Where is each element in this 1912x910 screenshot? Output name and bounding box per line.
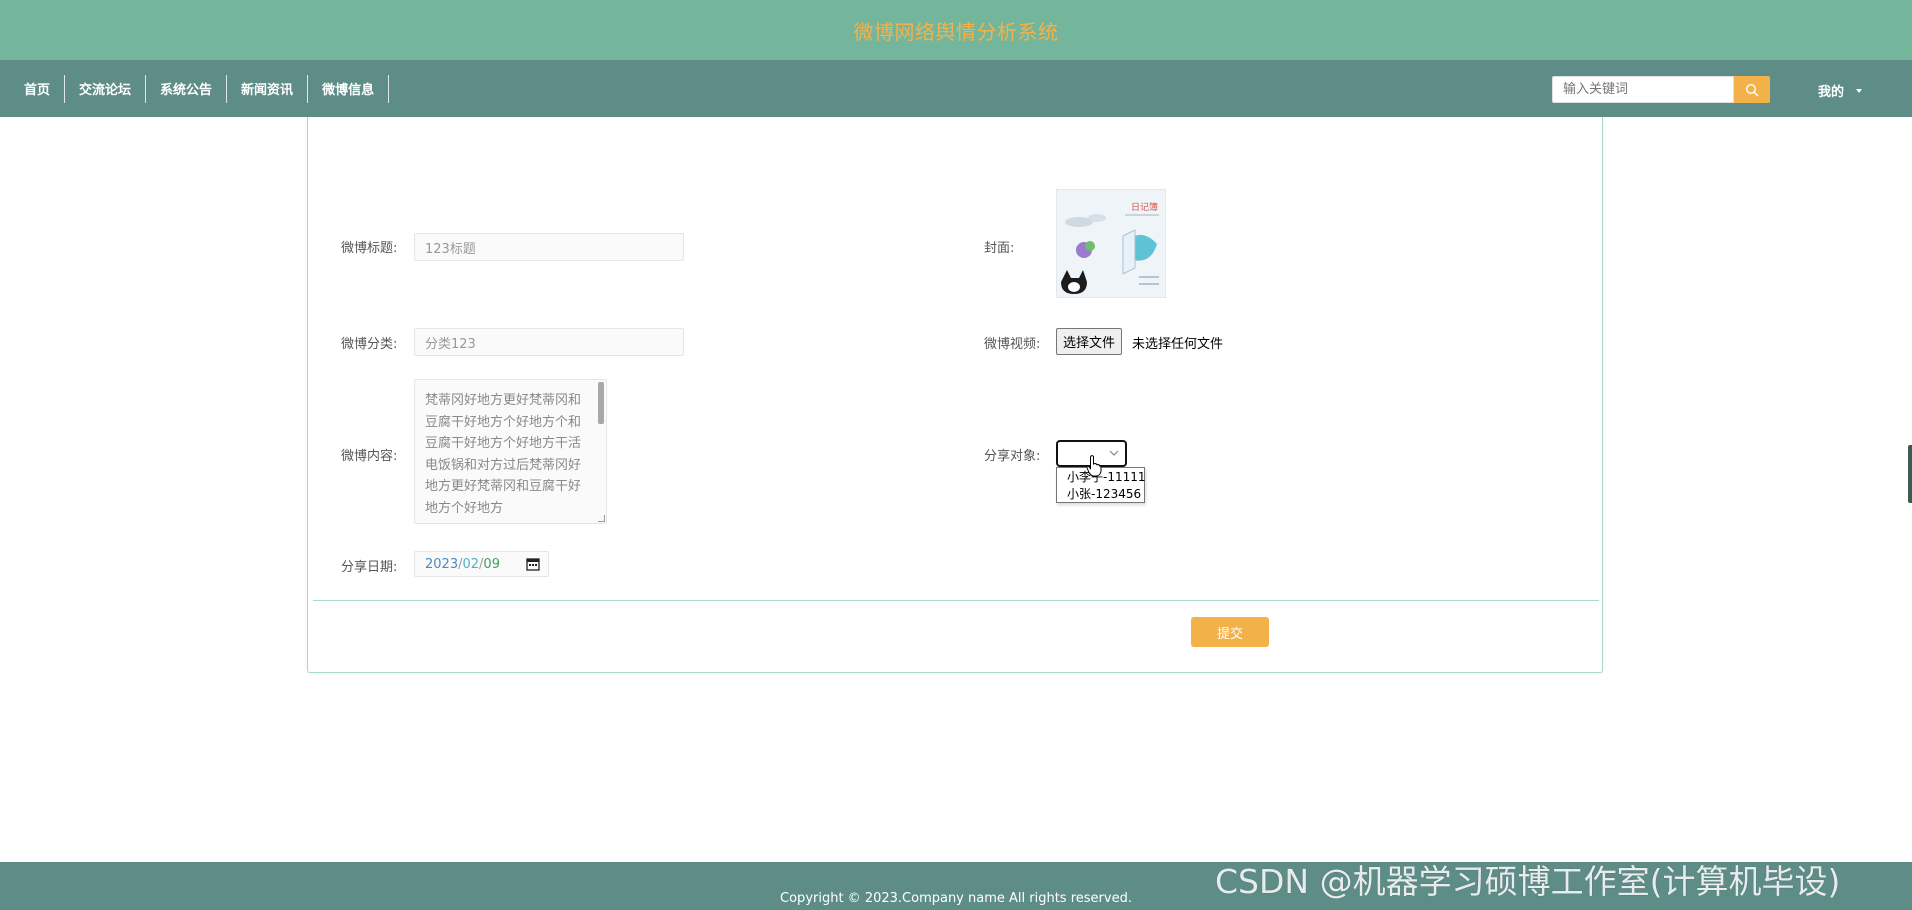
site-title: 微博网络舆情分析系统 <box>853 19 1059 44</box>
calendar-icon[interactable] <box>526 557 540 571</box>
date-day: 09 <box>483 556 500 572</box>
content-textarea[interactable]: 梵蒂冈好地方更好梵蒂冈和豆腐干好地方个好地方个和豆腐干好地方个好地方干活电饭锅和… <box>414 379 607 524</box>
nav-item-forum[interactable]: 交流论坛 <box>65 74 147 103</box>
form-divider <box>313 600 1599 601</box>
nav-item-announcements[interactable]: 系统公告 <box>146 74 228 103</box>
nav-item-news[interactable]: 新闻资讯 <box>227 74 309 103</box>
title-label: 微博标题: <box>341 241 398 256</box>
video-label: 微博视频: <box>984 337 1041 352</box>
date-year: 2023 <box>425 556 459 572</box>
nav-bar: 首页 交流论坛 系统公告 新闻资讯 微博信息 我的 <box>0 60 1912 117</box>
cover-label: 封面: <box>984 241 1015 256</box>
content-label: 微博内容: <box>341 449 398 464</box>
file-status-text: 未选择任何文件 <box>1132 337 1224 352</box>
share-target-label: 分享对象: <box>984 449 1041 464</box>
search-input[interactable] <box>1552 76 1734 103</box>
category-field[interactable] <box>414 328 684 356</box>
side-tab[interactable] <box>1908 445 1912 503</box>
watermark-text: CSDN @机器学习硕博工作室(计算机毕设) <box>1215 862 1841 901</box>
form-card: 微博标题: 微博分类: 微博内容: 梵蒂冈好地方更好梵蒂冈和豆腐干好地方个好地方… <box>307 117 1603 673</box>
dropdown-option[interactable]: 小张-123456 <box>1057 485 1144 502</box>
textarea-scrollbar[interactable] <box>598 382 604 424</box>
nav-item-home[interactable]: 首页 <box>10 74 66 103</box>
search-bar <box>1552 76 1770 103</box>
search-button[interactable] <box>1734 76 1770 103</box>
share-date-label: 分享日期: <box>341 560 398 575</box>
title-field[interactable] <box>414 233 684 261</box>
title-bar: 微博网络舆情分析系统 <box>0 0 1912 60</box>
mine-menu[interactable]: 我的 <box>1818 81 1863 100</box>
date-month: 02 <box>462 556 480 572</box>
submit-button[interactable]: 提交 <box>1191 617 1269 647</box>
category-label: 微博分类: <box>341 337 398 352</box>
cover-illustration: 日记簿 <box>1057 190 1165 297</box>
search-icon <box>1745 83 1759 96</box>
svg-text:日记簿: 日记簿 <box>1131 201 1158 213</box>
nav-list: 首页 交流论坛 系统公告 新闻资讯 微博信息 <box>0 60 390 117</box>
caret-down-icon <box>1856 88 1863 93</box>
chevron-down-icon <box>1109 450 1119 456</box>
nav-item-weibo-info[interactable]: 微博信息 <box>308 74 390 103</box>
hand-cursor-icon <box>1086 455 1102 477</box>
content-text: 梵蒂冈好地方更好梵蒂冈和豆腐干好地方个好地方个和豆腐干好地方个好地方干活电饭锅和… <box>425 393 582 516</box>
mine-label: 我的 <box>1818 85 1845 100</box>
choose-file-button[interactable]: 选择文件 <box>1056 328 1123 355</box>
share-date-field[interactable]: 2023/02/09 <box>414 551 549 577</box>
resize-handle-icon[interactable] <box>598 515 605 522</box>
cover-image[interactable]: 日记簿 <box>1056 189 1166 298</box>
